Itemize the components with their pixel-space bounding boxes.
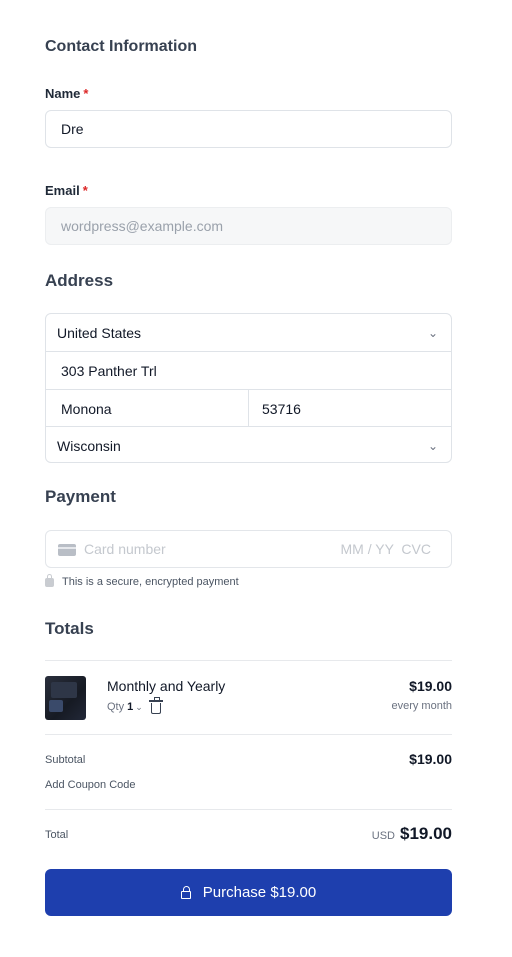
zip-field[interactable]: 53716 xyxy=(249,390,451,427)
required-mark: * xyxy=(82,183,88,198)
country-select[interactable]: United States ⌄ xyxy=(46,314,451,351)
credit-card-icon xyxy=(58,544,76,556)
purchase-button[interactable]: Purchase $19.00 xyxy=(45,869,452,916)
secure-note: This is a secure, encrypted payment xyxy=(45,573,239,588)
street-field[interactable]: 303 Panther Trl xyxy=(46,352,451,389)
state-select[interactable]: Wisconsin ⌄ xyxy=(46,427,451,462)
name-field-value: Dre xyxy=(61,121,84,137)
product-name: Monthly and Yearly xyxy=(107,678,226,694)
lock-icon xyxy=(180,885,191,899)
name-label: Name * xyxy=(45,86,88,101)
item-interval: every month xyxy=(391,700,452,712)
quantity-selector[interactable]: Qty 1 ⌄ xyxy=(107,697,163,714)
address-heading: Address xyxy=(45,271,114,290)
payment-heading: Payment xyxy=(45,487,116,506)
required-mark: * xyxy=(83,86,89,101)
card-field[interactable]: Card number MM / YY CVC xyxy=(45,530,452,568)
expiry-cvc-placeholder: MM / YY CVC xyxy=(340,541,431,557)
secure-note-text: This is a secure, encrypted payment xyxy=(62,576,239,588)
currency-code: USD xyxy=(371,830,395,842)
email-field-value: wordpress@example.com xyxy=(61,218,224,234)
city-value: Monona xyxy=(61,400,112,417)
lock-icon xyxy=(45,573,54,587)
product-thumbnail xyxy=(45,676,86,720)
add-coupon-link[interactable]: Add Coupon Code xyxy=(45,779,136,791)
total-amount: USD $19.00 xyxy=(372,824,452,844)
qty-label: Qty xyxy=(107,701,125,713)
qty-value: 1 xyxy=(127,701,134,713)
city-field[interactable]: Monona xyxy=(46,390,248,427)
email-label-text: Email xyxy=(45,183,80,198)
subtotal-value: $19.00 xyxy=(409,751,452,767)
email-field[interactable]: wordpress@example.com xyxy=(45,207,452,245)
contact-heading: Contact Information xyxy=(45,38,197,55)
divider xyxy=(45,809,452,810)
email-label: Email * xyxy=(45,183,88,198)
card-number-placeholder: Card number xyxy=(84,541,166,557)
divider xyxy=(45,660,452,661)
chevron-down-icon: ⌄ xyxy=(135,701,143,712)
state-value: Wisconsin xyxy=(57,437,121,454)
street-value: 303 Panther Trl xyxy=(61,362,157,379)
subtotal-label: Subtotal xyxy=(45,754,86,766)
purchase-button-label: Purchase $19.00 xyxy=(202,884,317,901)
address-block: United States ⌄ 303 Panther Trl Monona 5… xyxy=(45,313,452,463)
chevron-down-icon: ⌄ xyxy=(427,325,438,340)
chevron-down-icon: ⌄ xyxy=(427,438,438,453)
zip-value: 53716 xyxy=(262,400,301,417)
divider xyxy=(45,734,452,735)
trash-icon[interactable] xyxy=(148,697,163,714)
totals-heading: Totals xyxy=(45,619,94,638)
total-value: $19.00 xyxy=(400,824,452,843)
name-label-text: Name xyxy=(45,86,81,101)
item-price: $19.00 xyxy=(409,678,452,694)
name-field[interactable]: Dre xyxy=(45,110,452,148)
country-value: United States xyxy=(57,324,142,341)
total-label: Total xyxy=(45,829,69,841)
